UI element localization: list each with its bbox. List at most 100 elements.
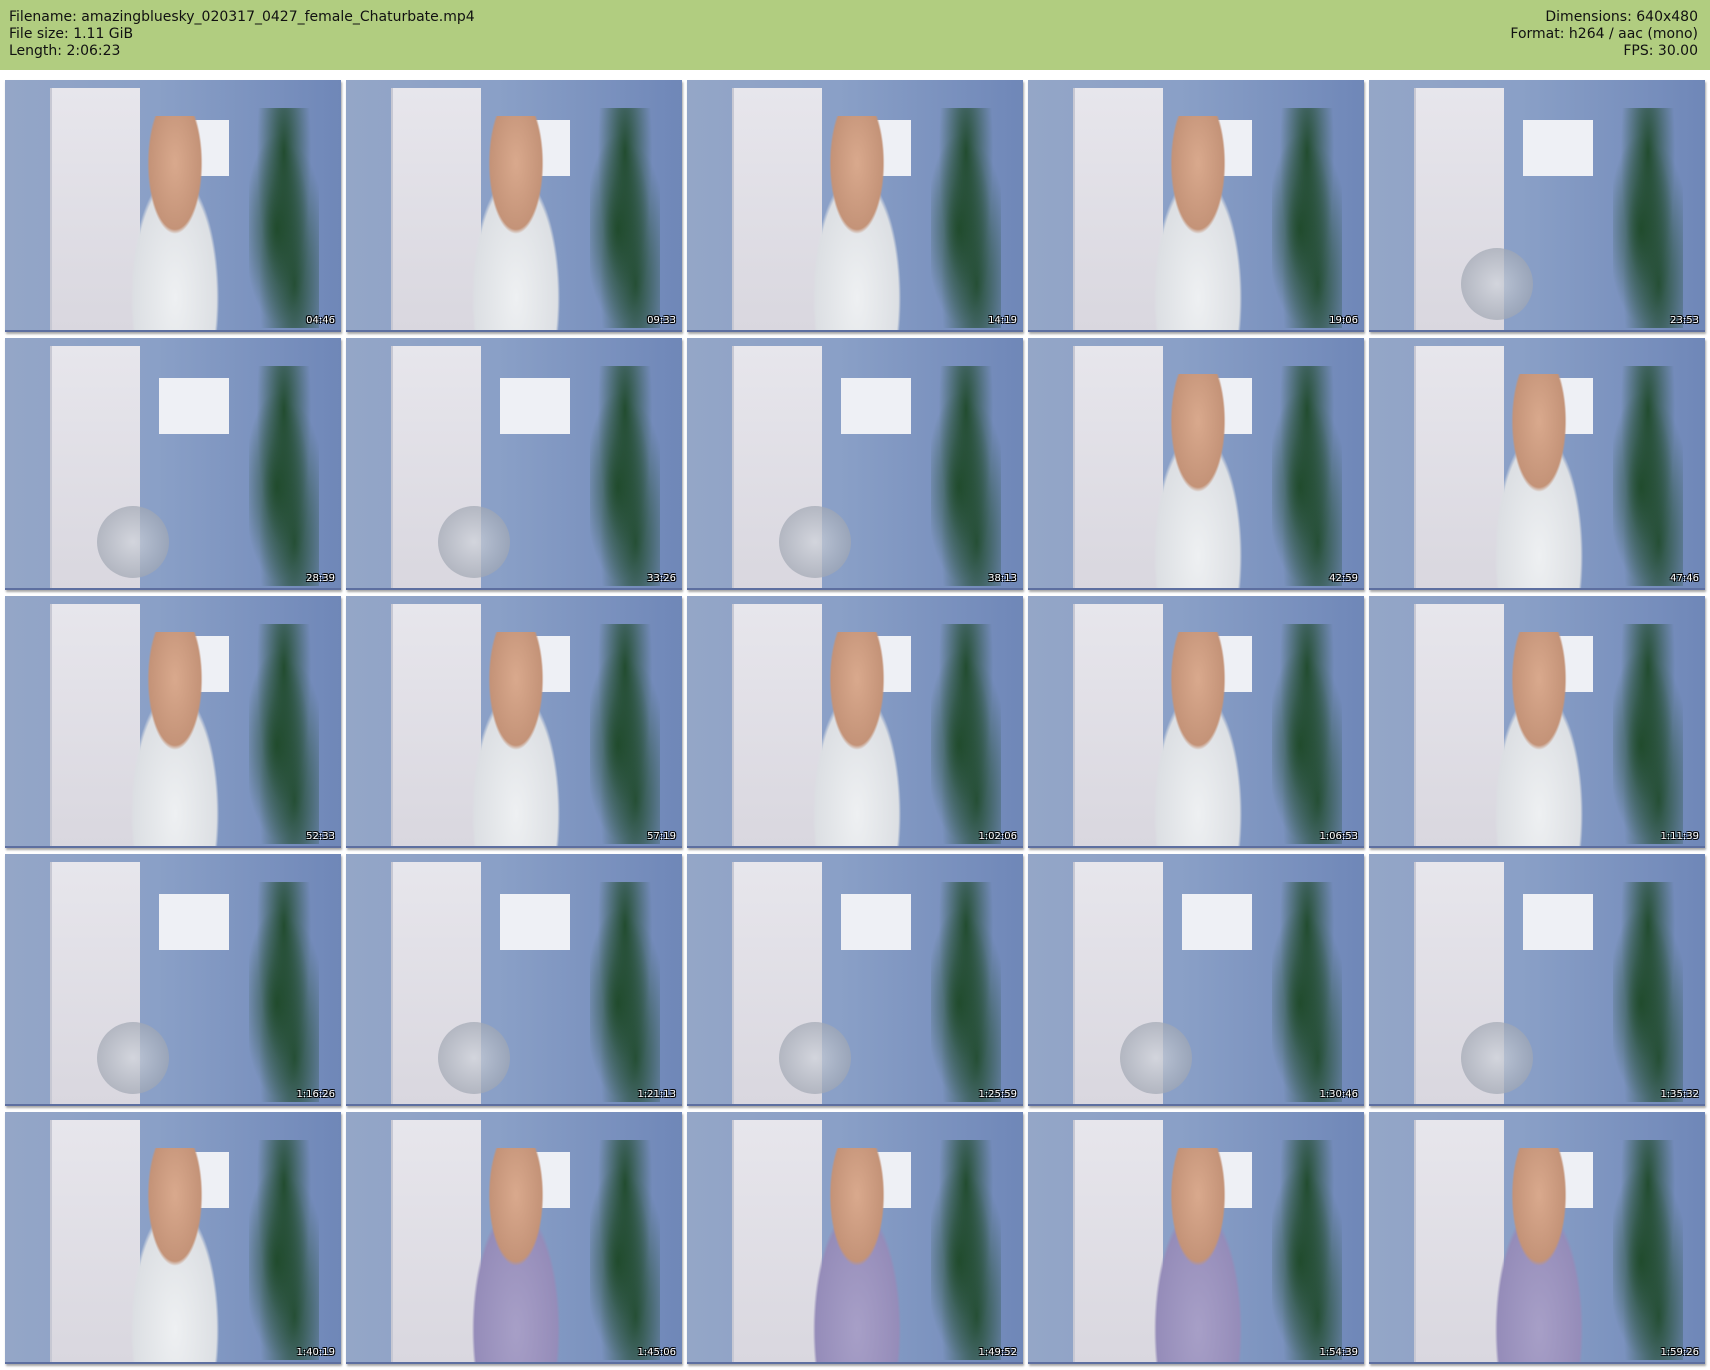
webcam-scene xyxy=(5,596,341,846)
video-thumbnail: 1:40:19 xyxy=(5,1112,341,1364)
video-thumbnail: 1:59:26 xyxy=(1369,1112,1705,1364)
plant xyxy=(590,1140,660,1360)
thumbnail-timestamp: 1:59:26 xyxy=(1660,1347,1699,1358)
plant xyxy=(1272,366,1342,586)
wall-poster xyxy=(1523,120,1593,176)
plant xyxy=(931,1140,1001,1360)
webcam-scene xyxy=(1028,596,1364,846)
thumbnail-timestamp: 1:02:06 xyxy=(978,831,1017,842)
plant xyxy=(590,882,660,1102)
plant xyxy=(1613,108,1683,328)
video-thumbnail: 1:06:53 xyxy=(1028,596,1364,848)
fps-text: FPS: 30.00 xyxy=(1623,43,1698,59)
thumbnail-timestamp: 33:26 xyxy=(647,573,676,584)
thumbnail-timestamp: 42:59 xyxy=(1329,573,1358,584)
chair xyxy=(438,1022,510,1094)
plant xyxy=(249,108,319,328)
webcam-scene xyxy=(1369,596,1705,846)
thumbnail-timestamp: 57:19 xyxy=(647,831,676,842)
webcam-scene xyxy=(5,338,341,588)
video-thumbnail: 1:25:59 xyxy=(687,854,1023,1106)
video-thumbnail: 14:19 xyxy=(687,80,1023,332)
person xyxy=(1474,1148,1604,1362)
thumbnail-timestamp: 38:13 xyxy=(988,573,1017,584)
webcam-scene xyxy=(346,338,682,588)
thumbnail-timestamp: 14:19 xyxy=(988,315,1017,326)
plant xyxy=(249,624,319,844)
webcam-scene xyxy=(1369,80,1705,330)
info-header: Filename: amazingbluesky_020317_0427_fem… xyxy=(0,0,1710,70)
webcam-scene xyxy=(346,80,682,330)
webcam-scene xyxy=(1028,1112,1364,1362)
metadata-left: Filename: amazingbluesky_020317_0427_fem… xyxy=(9,9,475,60)
thumbnail-timestamp: 1:40:19 xyxy=(296,1347,335,1358)
webcam-scene xyxy=(5,80,341,330)
plant xyxy=(1613,366,1683,586)
thumbnail-timestamp: 52:33 xyxy=(306,831,335,842)
wall-poster xyxy=(841,894,911,950)
dimensions-text: Dimensions: 640x480 xyxy=(1545,9,1698,25)
video-thumbnail: 1:21:13 xyxy=(346,854,682,1106)
video-thumbnail: 1:45:06 xyxy=(346,1112,682,1364)
person xyxy=(1133,632,1263,846)
webcam-scene xyxy=(687,1112,1023,1362)
webcam-scene xyxy=(1028,80,1364,330)
person xyxy=(1133,116,1263,330)
video-thumbnail: 1:11:39 xyxy=(1369,596,1705,848)
person xyxy=(1133,1148,1263,1362)
plant xyxy=(931,366,1001,586)
webcam-scene xyxy=(346,1112,682,1362)
plant xyxy=(1272,624,1342,844)
video-thumbnail: 57:19 xyxy=(346,596,682,848)
webcam-scene xyxy=(687,596,1023,846)
chair xyxy=(1461,248,1533,320)
wall-poster xyxy=(841,378,911,434)
person xyxy=(110,116,240,330)
thumbnail-timestamp: 23:53 xyxy=(1670,315,1699,326)
thumbnail-timestamp: 1:06:53 xyxy=(1319,831,1358,842)
thumbnail-timestamp: 19:06 xyxy=(1329,315,1358,326)
chair xyxy=(779,506,851,578)
video-thumbnail: 23:53 xyxy=(1369,80,1705,332)
thumbnail-timestamp: 1:49:52 xyxy=(978,1347,1017,1358)
person xyxy=(792,116,922,330)
plant xyxy=(1272,108,1342,328)
plant xyxy=(931,108,1001,328)
webcam-scene xyxy=(1369,854,1705,1104)
video-thumbnail: 19:06 xyxy=(1028,80,1364,332)
person xyxy=(451,116,581,330)
wall-poster xyxy=(1523,894,1593,950)
video-thumbnail: 33:26 xyxy=(346,338,682,590)
person xyxy=(451,632,581,846)
webcam-scene xyxy=(1369,338,1705,588)
length-text: Length: 2:06:23 xyxy=(9,43,121,59)
video-thumbnail: 1:30:46 xyxy=(1028,854,1364,1106)
video-thumbnail: 1:54:39 xyxy=(1028,1112,1364,1364)
thumbnail-timestamp: 1:11:39 xyxy=(1660,831,1699,842)
thumbnail-timestamp: 1:45:06 xyxy=(637,1347,676,1358)
chair xyxy=(779,1022,851,1094)
plant xyxy=(1613,882,1683,1102)
plant xyxy=(590,366,660,586)
webcam-scene xyxy=(687,338,1023,588)
webcam-scene xyxy=(1369,1112,1705,1362)
person xyxy=(792,632,922,846)
person xyxy=(1474,632,1604,846)
thumbnail-timestamp: 1:21:13 xyxy=(637,1089,676,1100)
thumbnail-timestamp: 47:46 xyxy=(1670,573,1699,584)
webcam-scene xyxy=(687,854,1023,1104)
webcam-scene xyxy=(1028,338,1364,588)
video-thumbnail: 52:33 xyxy=(5,596,341,848)
plant xyxy=(1272,1140,1342,1360)
video-thumbnail: 38:13 xyxy=(687,338,1023,590)
filename-text: Filename: amazingbluesky_020317_0427_fem… xyxy=(9,9,475,25)
thumbnail-timestamp: 28:39 xyxy=(306,573,335,584)
webcam-scene xyxy=(1028,854,1364,1104)
plant xyxy=(1613,624,1683,844)
metadata-right: Dimensions: 640x480 Format: h264 / aac (… xyxy=(1510,9,1698,60)
plant xyxy=(1272,882,1342,1102)
thumbnail-timestamp: 04:46 xyxy=(306,315,335,326)
webcam-scene xyxy=(5,854,341,1104)
plant xyxy=(931,882,1001,1102)
format-text: Format: h264 / aac (mono) xyxy=(1510,26,1698,42)
